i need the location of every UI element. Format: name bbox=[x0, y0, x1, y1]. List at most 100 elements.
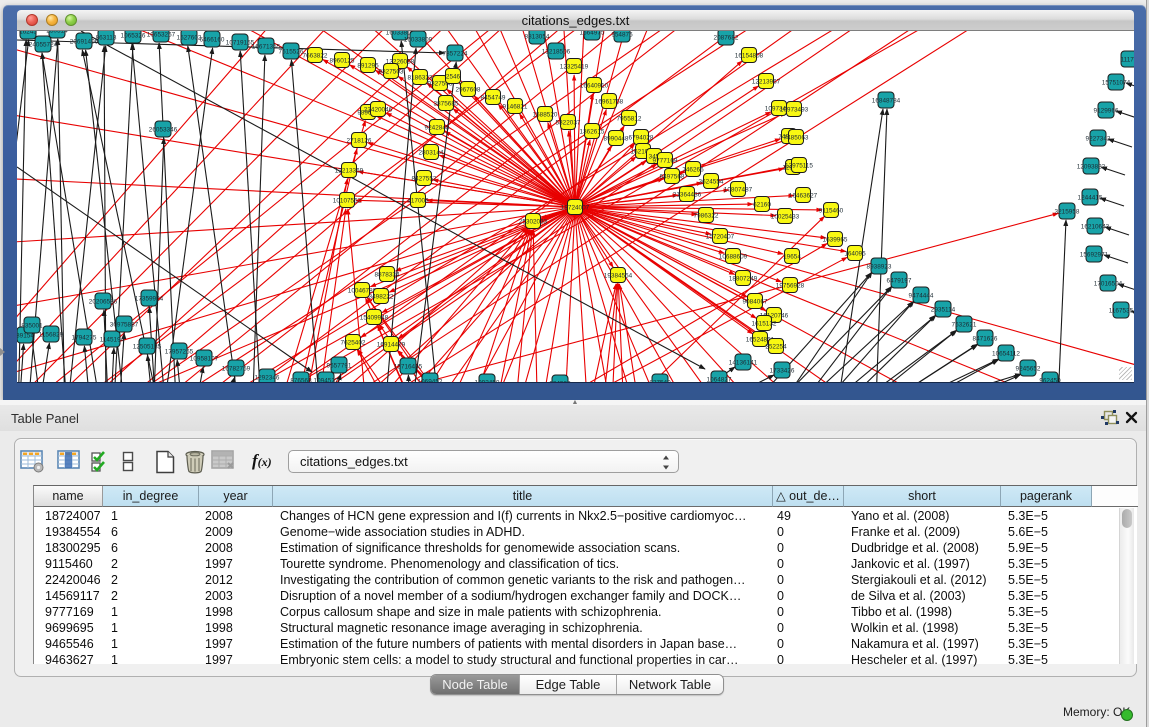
svg-text:863113: 863113 bbox=[96, 34, 117, 41]
svg-text:7485063: 7485063 bbox=[784, 134, 809, 141]
svg-text:3624554: 3624554 bbox=[699, 178, 724, 185]
svg-text:1794275: 1794275 bbox=[72, 334, 97, 341]
svg-text:62160: 62160 bbox=[753, 201, 771, 208]
svg-text:9657791: 9657791 bbox=[327, 362, 352, 369]
svg-text:1167535: 1167535 bbox=[1109, 307, 1134, 314]
svg-text:10653267: 10653267 bbox=[147, 31, 176, 38]
svg-text:9242848: 9242848 bbox=[425, 124, 450, 131]
svg-text:8427552: 8427552 bbox=[412, 175, 437, 182]
svg-text:19384554: 19384554 bbox=[604, 272, 633, 279]
svg-text:15720407: 15720407 bbox=[706, 233, 735, 240]
svg-text:7515526: 7515526 bbox=[279, 48, 304, 55]
svg-text:9245652: 9245652 bbox=[1016, 365, 1041, 372]
svg-text:21364436: 21364436 bbox=[673, 191, 702, 198]
svg-text:14136141: 14136141 bbox=[729, 359, 758, 366]
svg-text:20206536: 20206536 bbox=[89, 298, 118, 305]
svg-text:9777169: 9777169 bbox=[653, 157, 678, 164]
svg-text:6497568: 6497568 bbox=[660, 173, 685, 180]
svg-text:30975887: 30975887 bbox=[110, 321, 139, 328]
svg-text:16154808: 16154808 bbox=[735, 52, 764, 59]
svg-text:7625402: 7625402 bbox=[341, 339, 366, 346]
svg-text:164095: 164095 bbox=[844, 250, 866, 257]
svg-text:25302033: 25302033 bbox=[519, 218, 548, 225]
svg-text:1664975: 1664975 bbox=[580, 31, 605, 36]
svg-text:2935114: 2935114 bbox=[931, 306, 956, 313]
svg-text:10654112: 10654112 bbox=[992, 350, 1020, 357]
svg-text:230514: 230514 bbox=[46, 31, 68, 34]
svg-text:962450: 962450 bbox=[1039, 377, 1061, 383]
svg-text:24055724: 24055724 bbox=[29, 41, 58, 48]
svg-text:11172: 11172 bbox=[1121, 56, 1134, 63]
svg-text:2803144: 2803144 bbox=[419, 149, 444, 156]
svg-text:1588520: 1588520 bbox=[533, 111, 558, 118]
svg-text:1094527: 1094527 bbox=[314, 377, 339, 383]
svg-text:6794028: 6794028 bbox=[629, 134, 654, 141]
svg-text:2087682: 2087682 bbox=[714, 34, 739, 41]
svg-text:1244415: 1244415 bbox=[1078, 194, 1103, 201]
svg-text:16245: 16245 bbox=[19, 31, 37, 35]
svg-text:3875685: 3875685 bbox=[434, 100, 459, 107]
svg-text:891295: 891295 bbox=[357, 62, 379, 69]
svg-text:16848784: 16848784 bbox=[872, 97, 901, 104]
svg-text:1639965: 1639965 bbox=[823, 236, 848, 243]
svg-text:1145194: 1145194 bbox=[100, 336, 125, 343]
svg-text:10107552: 10107552 bbox=[333, 197, 362, 204]
svg-text:1615132: 1615132 bbox=[752, 320, 777, 327]
svg-text:924503: 924503 bbox=[549, 380, 571, 383]
svg-text:17957255: 17957255 bbox=[165, 348, 194, 355]
svg-text:8813054: 8813054 bbox=[525, 33, 550, 40]
svg-text:2718126: 2718126 bbox=[347, 137, 372, 144]
svg-text:1069452: 1069452 bbox=[418, 378, 443, 383]
svg-text:8938923: 8938923 bbox=[867, 263, 892, 270]
svg-text:7663822: 7663822 bbox=[303, 52, 328, 59]
svg-text:17359924: 17359924 bbox=[135, 295, 164, 302]
svg-text:12505135: 12505135 bbox=[133, 343, 162, 350]
svg-text:17016504: 17016504 bbox=[1094, 280, 1123, 287]
svg-text:1362615: 1362615 bbox=[580, 128, 605, 135]
svg-text:3215958: 3215958 bbox=[1055, 208, 1080, 215]
svg-text:12093822: 12093822 bbox=[1077, 163, 1106, 170]
svg-text:1292346: 1292346 bbox=[255, 374, 280, 381]
svg-text:12975115: 12975115 bbox=[785, 162, 813, 169]
svg-text:252254: 252254 bbox=[765, 343, 787, 350]
svg-text:12213369: 12213369 bbox=[335, 167, 364, 174]
svg-text:7357224: 7357224 bbox=[443, 50, 468, 57]
svg-text:10719155: 10719155 bbox=[226, 39, 255, 46]
svg-text:6466160: 6466160 bbox=[200, 36, 225, 43]
svg-text:9146821: 9146821 bbox=[503, 103, 528, 110]
svg-text:20691406: 20691406 bbox=[70, 38, 99, 45]
svg-text:16033809: 16033809 bbox=[404, 36, 433, 43]
svg-text:16914479: 16914479 bbox=[377, 341, 406, 348]
svg-text:3498222: 3498222 bbox=[369, 293, 394, 300]
svg-text:7986322: 7986322 bbox=[694, 212, 719, 219]
svg-text:10807487: 10807487 bbox=[724, 186, 753, 193]
svg-text:16782759: 16782759 bbox=[222, 365, 251, 372]
svg-text:8471626: 8471626 bbox=[973, 335, 998, 342]
svg-text:827540: 827540 bbox=[649, 379, 671, 383]
svg-text:1733426: 1733426 bbox=[770, 367, 795, 374]
svg-text:18807249: 18807249 bbox=[729, 275, 758, 282]
svg-text:6479197: 6479197 bbox=[887, 277, 912, 284]
svg-text:16640910: 16640910 bbox=[580, 82, 609, 89]
svg-text:1156829: 1156829 bbox=[39, 331, 64, 338]
svg-text:15409948: 15409948 bbox=[360, 314, 389, 321]
svg-text:7955812: 7955812 bbox=[617, 115, 642, 122]
svg-text:16671355: 16671355 bbox=[252, 43, 281, 50]
svg-text:417006: 417006 bbox=[407, 197, 429, 204]
svg-text:10958107: 10958107 bbox=[190, 355, 219, 362]
svg-text:26053346: 26053346 bbox=[149, 126, 178, 133]
svg-text:8990448: 8990448 bbox=[604, 135, 629, 142]
svg-text:2967608: 2967608 bbox=[456, 86, 481, 93]
svg-text:9115460: 9115460 bbox=[819, 207, 844, 214]
svg-text:7632621: 7632621 bbox=[952, 321, 977, 328]
svg-text:2546: 2546 bbox=[446, 73, 461, 80]
svg-text:1064827: 1064827 bbox=[707, 376, 732, 383]
svg-text:13218506: 13218506 bbox=[542, 48, 571, 55]
svg-text:8960125: 8960125 bbox=[330, 57, 355, 64]
svg-text:19654: 19654 bbox=[783, 253, 801, 260]
svg-text:12213967: 12213967 bbox=[752, 78, 781, 85]
svg-text:746266: 746266 bbox=[682, 166, 704, 173]
svg-text:9474444: 9474444 bbox=[909, 292, 934, 299]
svg-text:876563: 876563 bbox=[290, 377, 312, 383]
svg-text:10688609: 10688609 bbox=[719, 253, 748, 260]
